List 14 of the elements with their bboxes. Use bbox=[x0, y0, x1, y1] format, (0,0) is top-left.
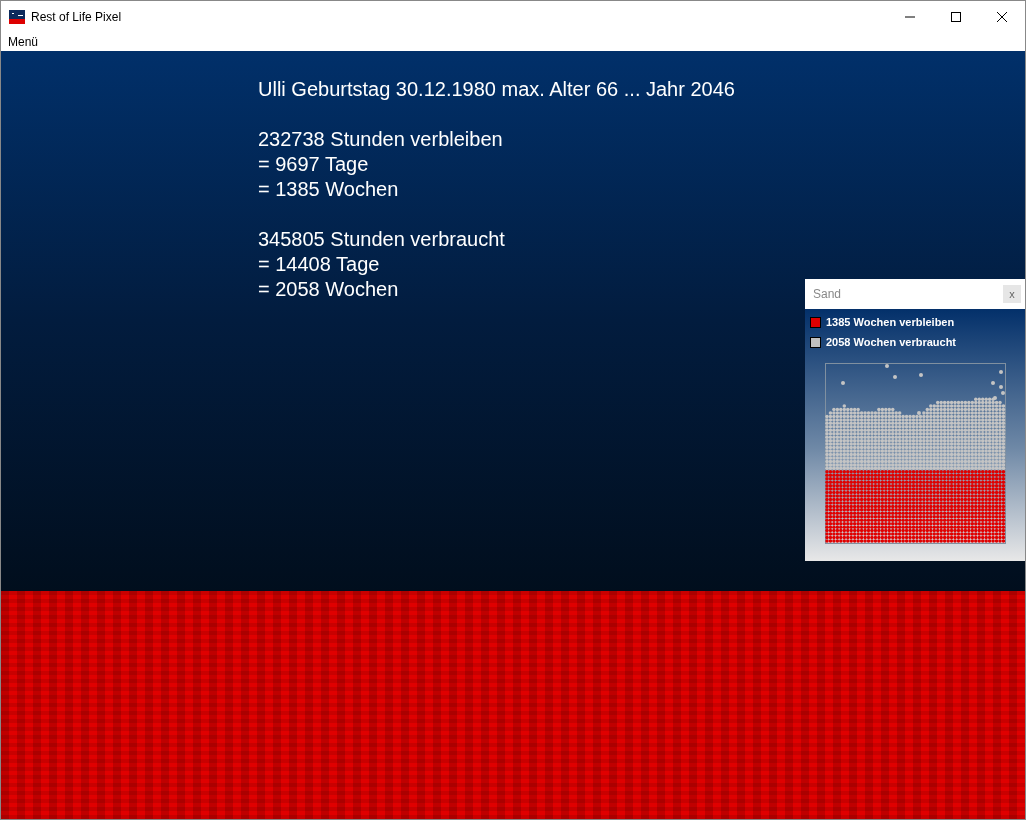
stat-line: 232738 Stunden verbleiben bbox=[258, 127, 503, 152]
window-title: Rest of Life Pixel bbox=[31, 9, 122, 24]
stat-line: = 2058 Wochen bbox=[258, 277, 399, 302]
panel-title: Sand bbox=[813, 287, 842, 301]
stat-line: 345805 Stunden verbraucht bbox=[258, 227, 505, 252]
stat-line: = 14408 Tage bbox=[258, 252, 380, 277]
legend-label: 1385 Wochen verbleiben bbox=[826, 316, 955, 328]
stat-line: = 9697 Tage bbox=[258, 152, 369, 177]
stat-line: = 1385 Wochen bbox=[258, 177, 399, 202]
panel-close-button[interactable]: x bbox=[1003, 285, 1021, 303]
birthday-heading: Ulli Geburtstag 30.12.1980 max. Alter 66 ... Jahr 2046 bbox=[258, 77, 735, 102]
app-icon bbox=[9, 9, 25, 24]
menu-item[interactable]: Menü bbox=[8, 34, 39, 49]
legend-label: 2058 Wochen verbraucht bbox=[826, 336, 956, 348]
